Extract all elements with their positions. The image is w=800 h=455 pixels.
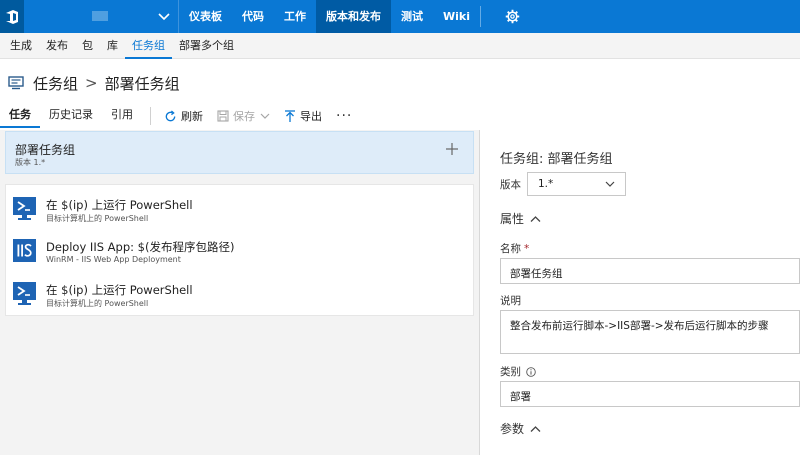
task-name: 在 $(ip) 上运行 PowerShell <box>46 283 193 297</box>
page-title: 部署任务组 <box>104 74 180 93</box>
category-label-text: 类别 <box>500 366 521 378</box>
nav-dashboard[interactable]: 仪表板 <box>179 0 232 33</box>
task-subtitle: WinRM - IIS Web App Deployment <box>46 255 181 264</box>
properties-panel: 任务组: 部署任务组 版本 1.* 属性 名称 * 部署任务组 说明 整合发布前… <box>481 130 800 455</box>
tab-history[interactable]: 历史记录 <box>40 104 102 128</box>
export-button[interactable]: 导出 <box>277 104 329 128</box>
category-field[interactable]: 部署 <box>500 381 800 407</box>
save-label: 保存 <box>233 110 255 123</box>
description-label: 说明 <box>500 293 521 308</box>
parameters-section-label: 参数 <box>500 422 525 436</box>
breadcrumb-parent[interactable]: 任务组 <box>33 73 78 94</box>
nav-test[interactable]: 测试 <box>391 0 433 33</box>
task-list-panel: 部署任务组 版本 1.* 在 $(ip) 上运行 PowerShell 目标计算… <box>0 130 480 455</box>
vsts-logo-icon[interactable] <box>0 0 24 33</box>
breadcrumb-separator: > <box>85 74 98 92</box>
toolbar-divider <box>150 107 151 125</box>
powershell-icon <box>13 282 36 305</box>
parameters-section-toggle[interactable]: 参数 <box>500 420 541 437</box>
tab-references[interactable]: 引用 <box>102 104 142 128</box>
properties-section-toggle[interactable]: 属性 <box>500 210 541 227</box>
chevron-down-icon <box>260 112 270 120</box>
name-label-text: 名称 <box>500 243 521 255</box>
save-button[interactable]: 保存 <box>210 104 277 128</box>
name-field[interactable]: 部署任务组 <box>500 258 800 284</box>
refresh-button[interactable]: 刷新 <box>157 104 210 128</box>
subnav-library[interactable]: 库 <box>100 33 125 59</box>
task-item[interactable]: 在 $(ip) 上运行 PowerShell 目标计算机上的 PowerShel… <box>6 272 473 314</box>
task-subtitle: 目标计算机上的 PowerShell <box>46 214 149 223</box>
task-group-name: 部署任务组 <box>15 143 76 157</box>
nav-code[interactable]: 代码 <box>232 0 274 33</box>
chevron-up-icon <box>530 425 541 432</box>
nav-work[interactable]: 工作 <box>274 0 316 33</box>
chevron-up-icon <box>530 215 541 222</box>
required-marker: * <box>524 242 530 255</box>
sub-nav: 生成 发布 包 库 任务组 部署多个组 <box>0 33 800 59</box>
save-icon <box>217 110 229 122</box>
task-group-icon <box>8 76 24 90</box>
top-bar: 仪表板 代码 工作 版本和发布 测试 Wiki <box>0 0 800 33</box>
project-name-redacted <box>92 11 108 21</box>
toolbar: 任务 历史记录 引用 刷新 保存 导出 ··· <box>0 104 800 128</box>
task-group-header[interactable]: 部署任务组 版本 1.* <box>5 131 474 174</box>
refresh-icon <box>164 109 177 123</box>
properties-section-label: 属性 <box>500 212 525 226</box>
subnav-deployment-groups[interactable]: 部署多个组 <box>172 33 241 59</box>
category-label: 类别 <box>500 364 536 379</box>
task-item[interactable]: 在 $(ip) 上运行 PowerShell 目标计算机上的 PowerShel… <box>6 187 473 229</box>
subnav-task-groups[interactable]: 任务组 <box>125 33 172 59</box>
task-name: Deploy IIS App: $(发布程序包路径) <box>46 240 235 254</box>
description-label-text: 说明 <box>500 295 521 307</box>
version-value: 1.* <box>538 178 554 190</box>
powershell-icon <box>13 197 36 220</box>
export-icon <box>284 109 296 123</box>
tab-tasks[interactable]: 任务 <box>0 104 40 128</box>
refresh-label: 刷新 <box>181 110 203 123</box>
version-select[interactable]: 1.* <box>527 172 626 196</box>
breadcrumb: 任务组 > 部署任务组 <box>8 72 180 94</box>
task-item[interactable]: Deploy IIS App: $(发布程序包路径) WinRM - IIS W… <box>6 229 473 271</box>
subnav-builds[interactable]: 生成 <box>3 33 39 59</box>
nav-build-release[interactable]: 版本和发布 <box>316 0 391 33</box>
task-subtitle: 目标计算机上的 PowerShell <box>46 299 149 308</box>
subnav-packages[interactable]: 包 <box>75 33 100 59</box>
task-list: 在 $(ip) 上运行 PowerShell 目标计算机上的 PowerShel… <box>5 184 474 316</box>
nav-wiki[interactable]: Wiki <box>433 0 480 33</box>
info-icon[interactable] <box>526 366 536 377</box>
task-name: 在 $(ip) 上运行 PowerShell <box>46 198 193 212</box>
nav-divider <box>480 6 481 27</box>
chevron-down-icon <box>605 181 615 187</box>
iis-icon <box>13 239 36 262</box>
export-label: 导出 <box>300 110 322 123</box>
more-actions-button[interactable]: ··· <box>329 108 359 124</box>
name-label: 名称 * <box>500 241 529 256</box>
properties-title: 任务组: 部署任务组 <box>500 152 613 167</box>
top-nav: 仪表板 代码 工作 版本和发布 测试 Wiki <box>178 0 481 33</box>
add-task-icon[interactable] <box>445 142 459 156</box>
gear-icon[interactable] <box>505 9 520 24</box>
description-field[interactable]: 整合发布前运行脚本->IIS部署->发布后运行脚本的步骤 <box>500 310 800 354</box>
chevron-down-icon[interactable] <box>156 8 172 24</box>
task-group-version: 版本 1.* <box>15 158 46 167</box>
version-label: 版本 <box>500 179 521 191</box>
subnav-releases[interactable]: 发布 <box>39 33 75 59</box>
